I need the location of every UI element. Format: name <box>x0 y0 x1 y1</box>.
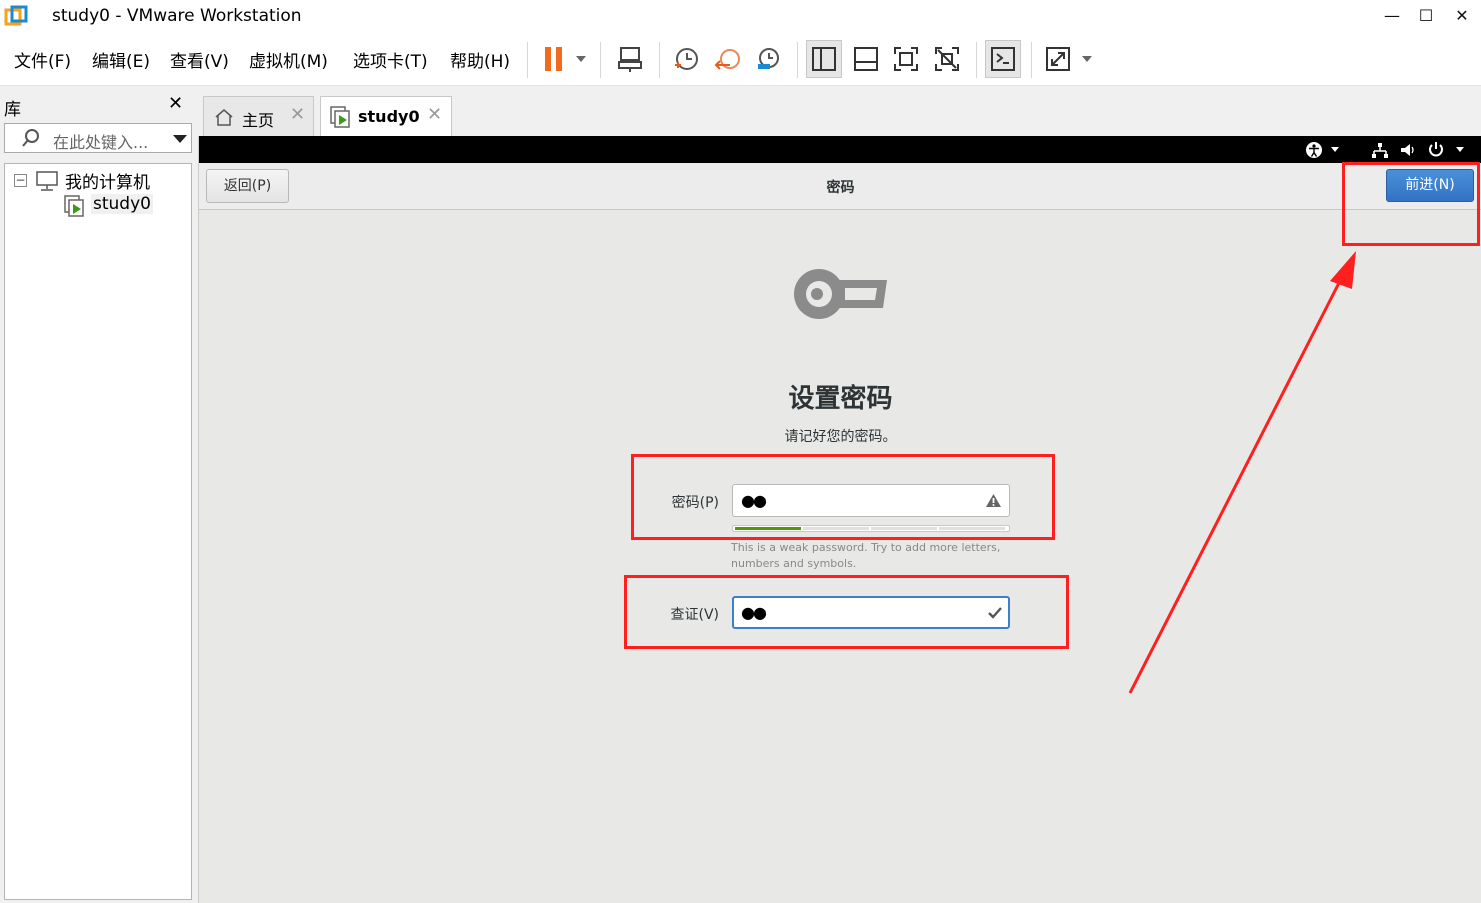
chevron-down-icon[interactable] <box>1456 147 1464 152</box>
tab-label-home: 主页 <box>242 111 275 130</box>
guest-top-bar <box>199 136 1481 163</box>
network-icon[interactable] <box>1371 141 1389 159</box>
chevron-down-icon[interactable] <box>576 56 586 62</box>
toolbar-separator <box>527 42 528 78</box>
revert-snapshot-icon[interactable] <box>710 40 746 78</box>
annotation-box-password <box>631 454 1055 540</box>
menu-help[interactable]: 帮助(H) <box>450 47 510 72</box>
accessibility-icon[interactable] <box>1305 141 1323 159</box>
snapshot-manager-icon[interactable] <box>750 40 786 78</box>
annotation-arrow <box>1128 251 1356 694</box>
stretch-view-icon[interactable] <box>1040 40 1076 78</box>
library-panel: 库 ✕ 在此处键入... − 我的计算机 study0 <box>0 87 196 903</box>
chevron-down-icon[interactable] <box>1331 147 1339 152</box>
menu-file[interactable]: 文件(F) <box>14 47 71 72</box>
vm-icon <box>64 195 84 217</box>
computer-icon <box>36 171 58 191</box>
collapse-icon[interactable]: − <box>14 174 27 187</box>
menu-edit[interactable]: 编辑(E) <box>92 47 150 72</box>
annotation-box-confirm <box>624 575 1069 649</box>
installer-header: 返回(P) 密码 前进(N) <box>199 163 1481 210</box>
password-hint: This is a weak password. Try to add more… <box>731 541 1001 570</box>
close-icon[interactable]: ✕ <box>427 104 442 125</box>
volume-icon[interactable] <box>1399 141 1417 159</box>
toolbar-separator <box>659 42 660 78</box>
menu-toolbar: 文件(F) 编辑(E) 查看(V) 虚拟机(M) 选项卡(T) 帮助(H) <box>0 34 1481 86</box>
thumbnail-bar-icon[interactable] <box>848 40 884 78</box>
toolbar-separator <box>797 42 798 78</box>
chevron-down-icon[interactable] <box>1082 56 1092 62</box>
toolbar-separator <box>976 42 977 78</box>
annotation-box-next <box>1342 162 1480 246</box>
snapshot-icon[interactable] <box>668 40 704 78</box>
tab-label-study0: study0 <box>358 107 420 126</box>
toolbar-separator <box>600 42 601 78</box>
tree-item-study0[interactable]: study0 <box>91 194 153 214</box>
close-icon[interactable]: ✕ <box>168 93 183 114</box>
menu-vm[interactable]: 虚拟机(M) <box>249 47 328 72</box>
tab-study0[interactable]: study0 ✕ <box>320 96 452 136</box>
toolbar-separator <box>1031 42 1032 78</box>
full-screen-icon[interactable] <box>888 40 924 78</box>
console-view-icon[interactable] <box>985 40 1021 78</box>
menu-tabs[interactable]: 选项卡(T) <box>353 47 428 72</box>
power-icon[interactable] <box>1427 140 1445 158</box>
chevron-down-icon[interactable] <box>173 135 187 143</box>
header-title: 密码 <box>826 180 855 196</box>
minimize-button[interactable]: — <box>1377 4 1407 28</box>
maximize-button[interactable]: ☐ <box>1411 4 1441 28</box>
close-icon[interactable]: ✕ <box>290 104 305 125</box>
library-search-input[interactable]: 在此处键入... <box>4 123 192 153</box>
search-placeholder: 在此处键入... <box>53 133 149 152</box>
library-tree: − 我的计算机 study0 <box>4 163 192 900</box>
show-library-icon[interactable] <box>806 40 842 78</box>
tab-bar: 主页 ✕ study0 ✕ <box>198 87 1481 136</box>
menu-view[interactable]: 查看(V) <box>170 47 229 72</box>
key-icon <box>794 269 887 319</box>
title-bar: study0 - VMware Workstation — ☐ ✕ <box>0 0 1481 34</box>
tab-home[interactable]: 主页 ✕ <box>203 96 314 136</box>
search-icon <box>22 129 39 147</box>
library-title: 库 <box>4 100 21 120</box>
home-icon <box>215 109 233 126</box>
vmware-logo-icon <box>4 5 28 26</box>
close-button[interactable]: ✕ <box>1447 4 1477 28</box>
unity-icon[interactable] <box>929 40 965 78</box>
window-title: study0 - VMware Workstation <box>52 6 302 26</box>
send-keys-icon[interactable] <box>612 40 648 78</box>
tree-item-my-computer[interactable]: 我的计算机 <box>65 168 150 193</box>
pause-icon[interactable] <box>536 40 572 78</box>
vm-icon <box>330 106 350 128</box>
